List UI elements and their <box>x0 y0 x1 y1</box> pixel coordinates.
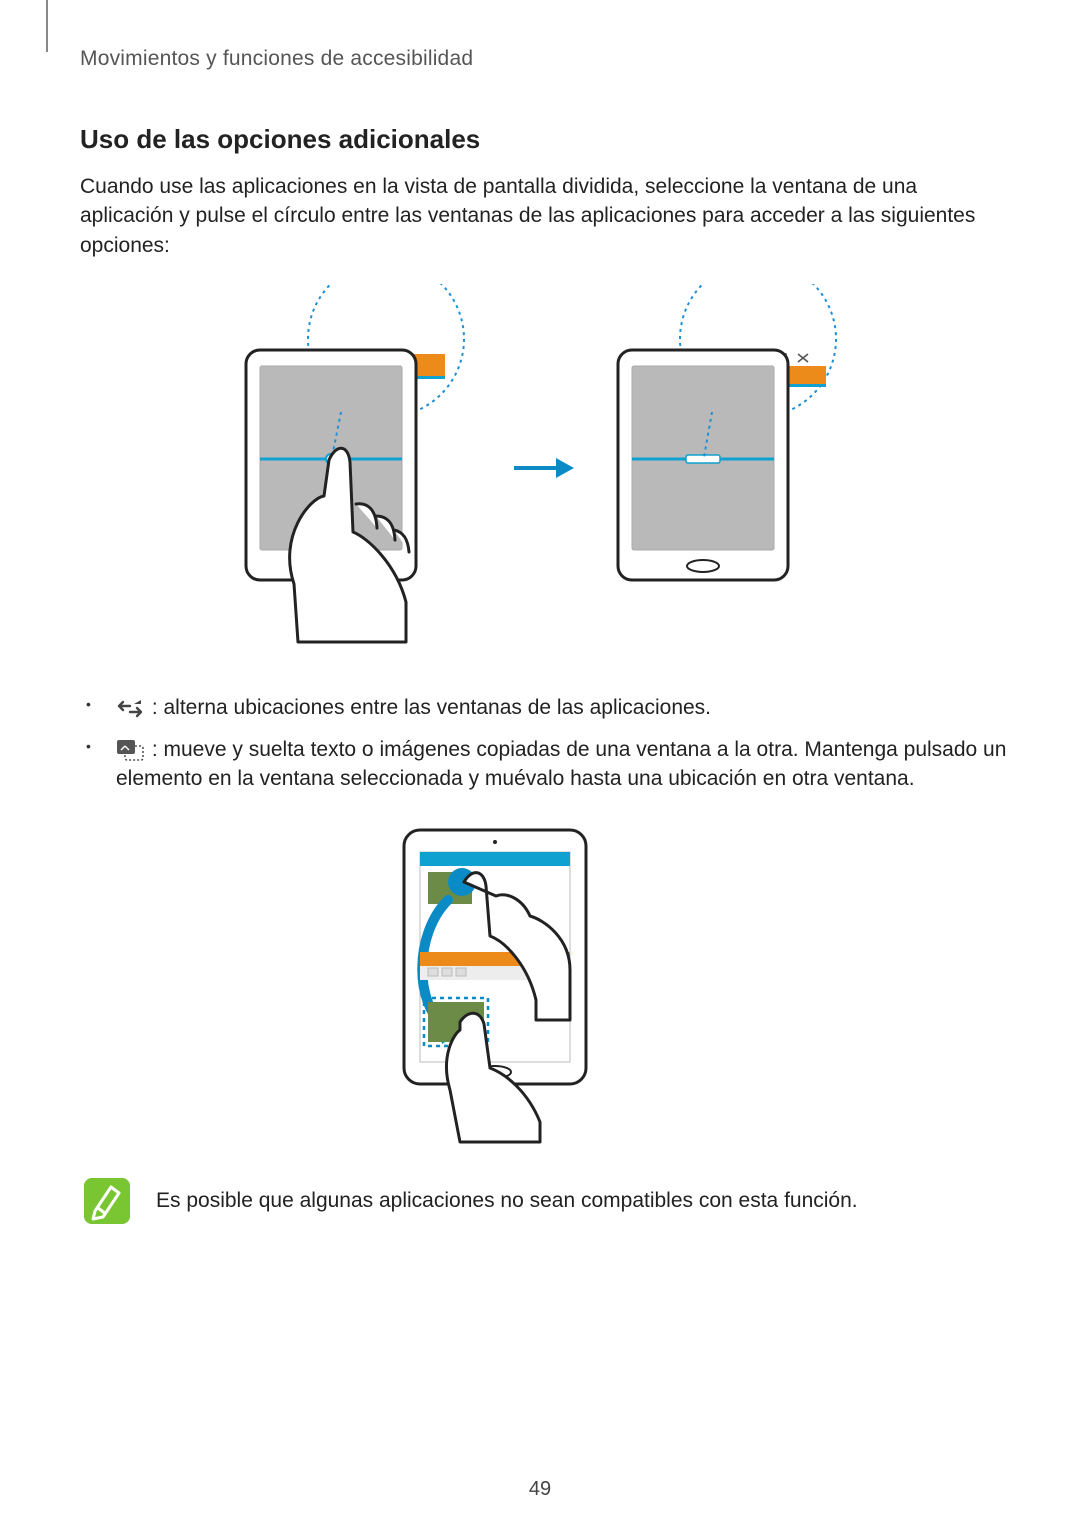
note-icon <box>84 1178 130 1224</box>
list-item-text: : mueve y suelta texto o imágenes copiad… <box>116 738 1006 790</box>
swap-icon <box>116 698 144 720</box>
tablet-options-bar-illustration <box>600 284 860 651</box>
list-item: : mueve y suelta texto o imágenes copiad… <box>108 729 1008 800</box>
figure-split-options <box>80 284 1008 651</box>
section-title: Uso de las opciones adicionales <box>80 121 1008 157</box>
drag-drop-icon <box>116 739 144 761</box>
figure-drag-drop <box>80 824 1008 1144</box>
note-box: Es posible que algunas aplicaciones no s… <box>80 1178 1008 1224</box>
options-list: : alterna ubicaciones entre las ventanas… <box>80 687 1008 799</box>
list-item: : alterna ubicaciones entre las ventanas… <box>108 687 1008 728</box>
section-intro: Cuando use las aplicaciones en la vista … <box>80 172 1008 260</box>
list-item-text: : alterna ubicaciones entre las ventanas… <box>146 696 711 719</box>
note-text: Es posible que algunas aplicaciones no s… <box>156 1178 858 1215</box>
arrow-right-icon <box>512 453 576 483</box>
tablet-touch-handle-illustration <box>228 284 488 651</box>
manual-page: Movimientos y funciones de accesibilidad… <box>0 0 1080 1264</box>
breadcrumb: Movimientos y funciones de accesibilidad <box>80 44 1008 73</box>
page-number: 49 <box>0 1475 1080 1503</box>
